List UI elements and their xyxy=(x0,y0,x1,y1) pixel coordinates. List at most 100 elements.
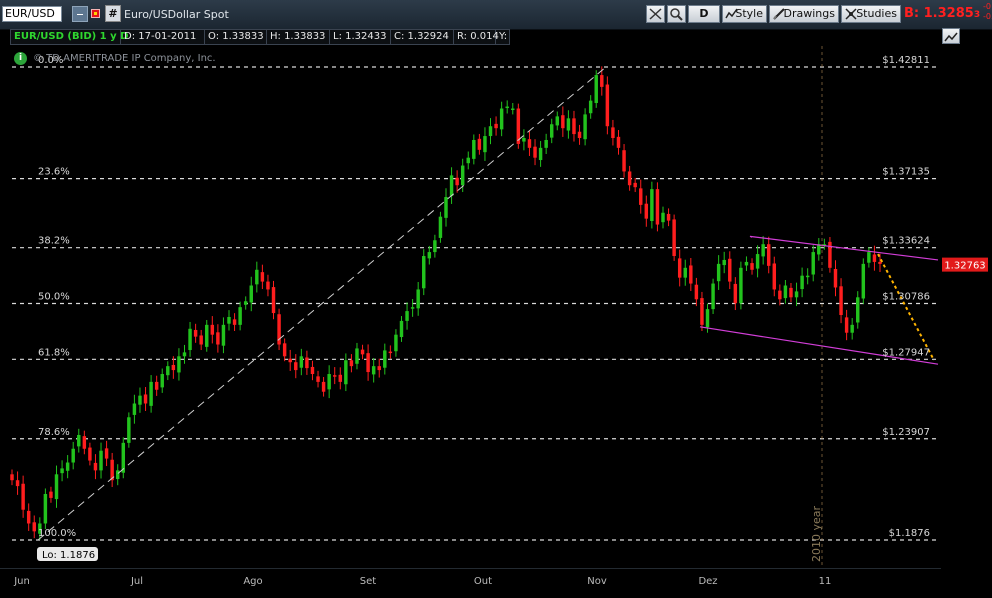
candle-body[interactable] xyxy=(460,165,465,186)
chart-settings-icon[interactable] xyxy=(942,28,960,44)
symbol-input[interactable]: EUR/USD xyxy=(2,6,62,22)
candle-body[interactable] xyxy=(260,272,265,282)
candle-body[interactable] xyxy=(205,324,209,347)
candle-body[interactable] xyxy=(422,256,426,289)
candle-body[interactable] xyxy=(171,364,176,371)
candle-body[interactable] xyxy=(794,291,799,298)
candle-body[interactable] xyxy=(360,349,365,355)
candle-body[interactable] xyxy=(355,348,359,364)
candle-body[interactable] xyxy=(739,267,743,304)
candle-body[interactable] xyxy=(177,356,181,373)
candle-body[interactable] xyxy=(522,138,526,142)
candle-body[interactable] xyxy=(627,171,632,186)
candle-body[interactable] xyxy=(549,124,554,138)
symbol-dropdown-button[interactable] xyxy=(72,6,88,22)
candle-body[interactable] xyxy=(166,366,170,376)
candle-body[interactable] xyxy=(332,375,337,377)
candle-body[interactable] xyxy=(633,182,637,188)
flag-icon[interactable] xyxy=(91,9,100,18)
candle-body[interactable] xyxy=(99,450,103,471)
candle-body[interactable] xyxy=(694,284,699,300)
candle-body[interactable] xyxy=(778,290,782,300)
fib-anchor-line[interactable] xyxy=(37,66,607,541)
candle-body[interactable] xyxy=(650,189,654,222)
candle-body[interactable] xyxy=(800,275,804,290)
candle-body[interactable] xyxy=(677,258,682,278)
candle-body[interactable] xyxy=(127,417,131,443)
candle-body[interactable] xyxy=(115,470,120,480)
candle-body[interactable] xyxy=(405,311,409,321)
candle-body[interactable] xyxy=(71,448,75,463)
candle-body[interactable] xyxy=(321,381,326,392)
candle-body[interactable] xyxy=(783,285,788,299)
candle-body[interactable] xyxy=(661,212,665,223)
candle-body[interactable] xyxy=(672,219,676,257)
candle-body[interactable] xyxy=(594,75,598,104)
candle-body[interactable] xyxy=(533,146,537,158)
candle-body[interactable] xyxy=(383,350,387,368)
candle-body[interactable] xyxy=(605,84,610,127)
candle-body[interactable] xyxy=(600,75,604,87)
candle-body[interactable] xyxy=(744,261,749,266)
candle-body[interactable] xyxy=(377,366,381,371)
candle-body[interactable] xyxy=(188,328,192,351)
candle-body[interactable] xyxy=(143,394,148,404)
candle-body[interactable] xyxy=(26,510,31,524)
candle-body[interactable] xyxy=(104,448,109,459)
candle-body[interactable] xyxy=(316,376,320,382)
candle-body[interactable] xyxy=(10,474,14,481)
candle-body[interactable] xyxy=(344,360,348,385)
candle-body[interactable] xyxy=(444,197,448,218)
candle-body[interactable] xyxy=(15,480,20,487)
candle-body[interactable] xyxy=(210,324,215,335)
candle-body[interactable] xyxy=(689,265,693,284)
candle-body[interactable] xyxy=(338,374,343,382)
candle-body[interactable] xyxy=(872,254,877,262)
candle-body[interactable] xyxy=(138,395,142,405)
candle-body[interactable] xyxy=(805,275,810,278)
candle-body[interactable] xyxy=(588,100,593,114)
candle-body[interactable] xyxy=(288,358,292,363)
candle-body[interactable] xyxy=(266,281,270,290)
candle-body[interactable] xyxy=(93,462,98,471)
candle-body[interactable] xyxy=(349,360,354,367)
candle-body[interactable] xyxy=(371,366,376,375)
candle-body[interactable] xyxy=(438,216,443,238)
candle-body[interactable] xyxy=(455,177,459,186)
candle-body[interactable] xyxy=(132,403,137,415)
candle-body[interactable] xyxy=(766,244,771,266)
candle-body[interactable] xyxy=(82,436,87,449)
candle-body[interactable] xyxy=(828,241,832,268)
candle-body[interactable] xyxy=(299,356,304,368)
candle-body[interactable] xyxy=(399,320,404,338)
candle-body[interactable] xyxy=(878,261,882,264)
candle-body[interactable] xyxy=(32,522,36,532)
candle-body[interactable] xyxy=(38,523,42,534)
candle-body[interactable] xyxy=(305,357,309,369)
candle-body[interactable] xyxy=(755,254,760,269)
candle-body[interactable] xyxy=(494,123,498,129)
candle-body[interactable] xyxy=(644,203,649,219)
candle-body[interactable] xyxy=(282,343,287,357)
candle-body[interactable] xyxy=(527,139,532,148)
candle-body[interactable] xyxy=(750,263,754,270)
candle-body[interactable] xyxy=(511,108,515,111)
candle-body[interactable] xyxy=(483,136,487,153)
candle-body[interactable] xyxy=(182,352,187,357)
candle-body[interactable] xyxy=(639,188,643,205)
studies-button[interactable]: Studies xyxy=(841,5,901,23)
candle-body[interactable] xyxy=(227,316,231,324)
infobar-symbol[interactable]: EUR/USD (BID) 1 y D xyxy=(11,30,128,44)
candle-body[interactable] xyxy=(77,434,81,447)
candle-body[interactable] xyxy=(433,240,437,253)
price-axis[interactable] xyxy=(941,46,992,598)
candle-body[interactable] xyxy=(850,324,854,333)
candle-body[interactable] xyxy=(733,283,738,304)
style-button[interactable]: Style xyxy=(722,5,767,23)
candle-body[interactable] xyxy=(43,493,48,524)
candle-body[interactable] xyxy=(700,298,704,325)
candle-body[interactable] xyxy=(154,381,159,390)
candle-body[interactable] xyxy=(54,474,59,500)
candle-body[interactable] xyxy=(488,126,493,137)
candle-body[interactable] xyxy=(49,491,53,498)
